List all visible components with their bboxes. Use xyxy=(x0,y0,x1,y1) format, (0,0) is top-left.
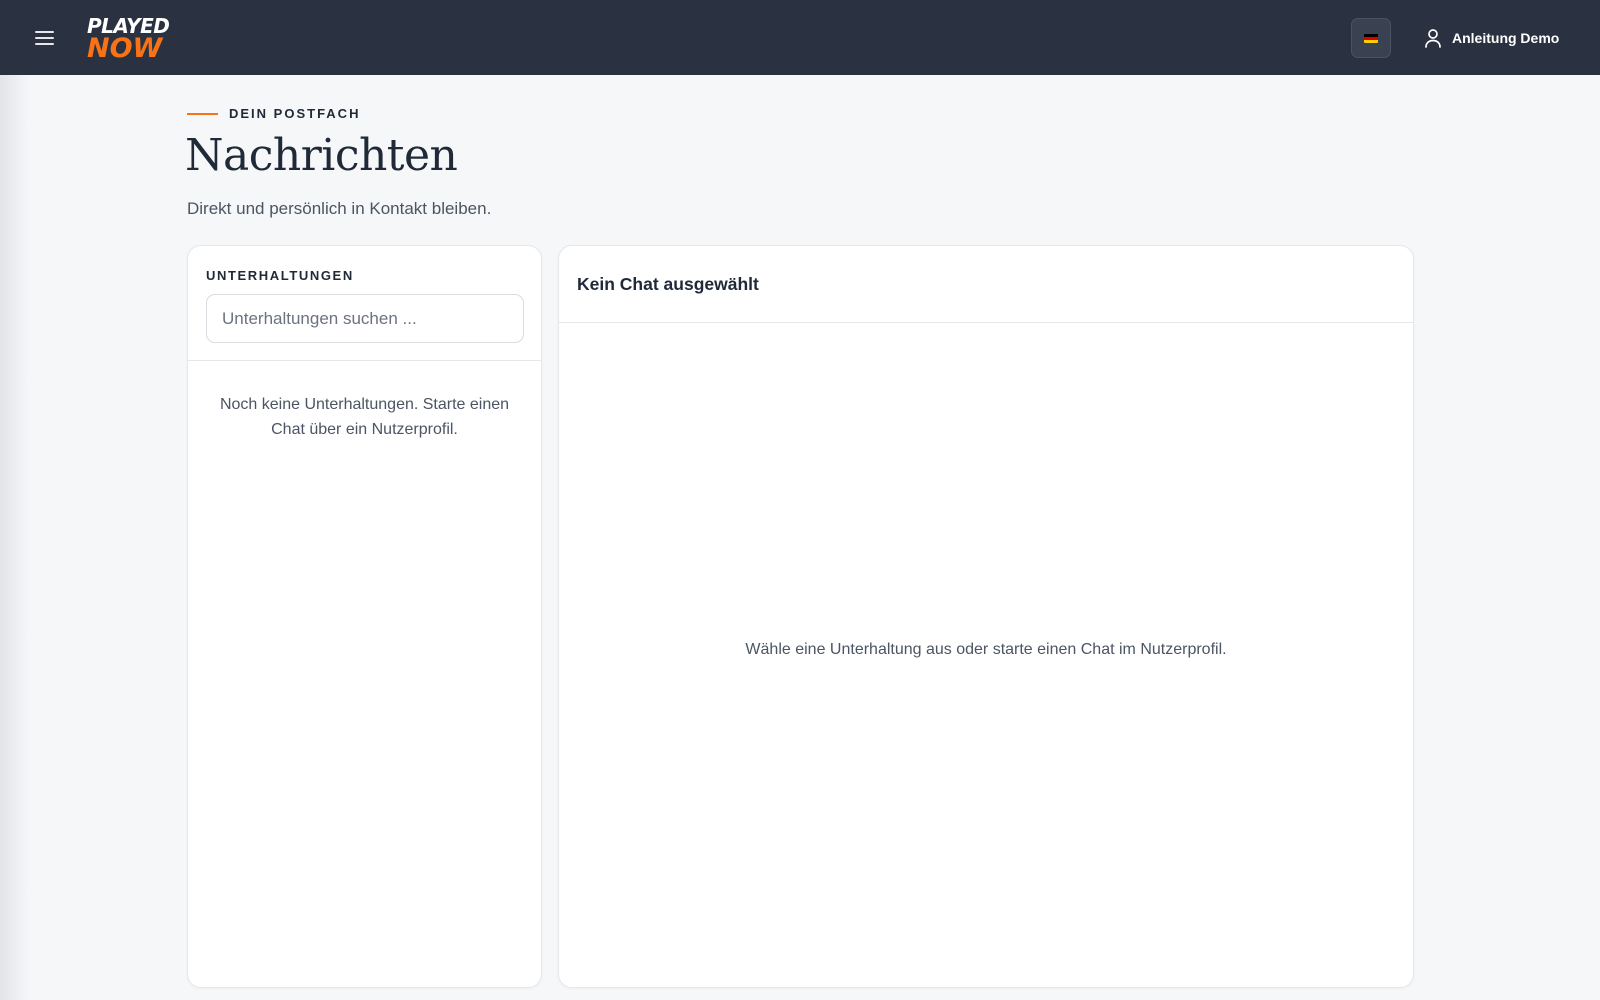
page-title: Nachrichten xyxy=(185,130,458,181)
conversations-panel: UNTERHALTUNGEN Noch keine Unterhaltungen… xyxy=(187,245,542,988)
conversations-header: UNTERHALTUNGEN xyxy=(188,246,541,361)
hamburger-menu-icon[interactable] xyxy=(32,25,58,51)
user-menu-button[interactable]: Anleitung Demo xyxy=(1424,24,1559,52)
eyebrow-accent-line xyxy=(187,112,218,115)
chat-panel: Kein Chat ausgewählt Wähle eine Unterhal… xyxy=(558,245,1414,988)
eyebrow-label: DEIN POSTFACH xyxy=(229,106,361,121)
logo-text-bottom: NOW xyxy=(87,33,163,64)
user-name: Anleitung Demo xyxy=(1452,30,1560,46)
chat-empty-state: Wähle eine Unterhaltung aus oder starte … xyxy=(745,641,1227,658)
top-navigation-bar: PLAYED NOW Anleitung Demo xyxy=(0,0,1600,75)
conversations-empty-state: Noch keine Unterhaltungen. Starte einen … xyxy=(219,396,510,438)
chat-title: Kein Chat ausgewählt xyxy=(577,273,759,294)
conversation-search-input[interactable] xyxy=(206,294,524,343)
chat-header: Kein Chat ausgewählt xyxy=(559,246,1413,323)
section-eyebrow: DEIN POSTFACH xyxy=(187,106,360,121)
chat-body: Wähle eine Unterhaltung aus oder starte … xyxy=(559,323,1413,987)
page-subtitle: Direkt und persönlich in Kontakt bleiben… xyxy=(187,199,492,218)
left-edge-shadow xyxy=(0,75,30,1000)
played-now-logo[interactable]: PLAYED NOW xyxy=(87,13,191,63)
user-icon xyxy=(1425,29,1441,48)
german-flag-icon xyxy=(1364,33,1378,43)
conversations-label: UNTERHALTUNGEN xyxy=(206,268,354,283)
language-switcher-button[interactable] xyxy=(1351,18,1391,58)
